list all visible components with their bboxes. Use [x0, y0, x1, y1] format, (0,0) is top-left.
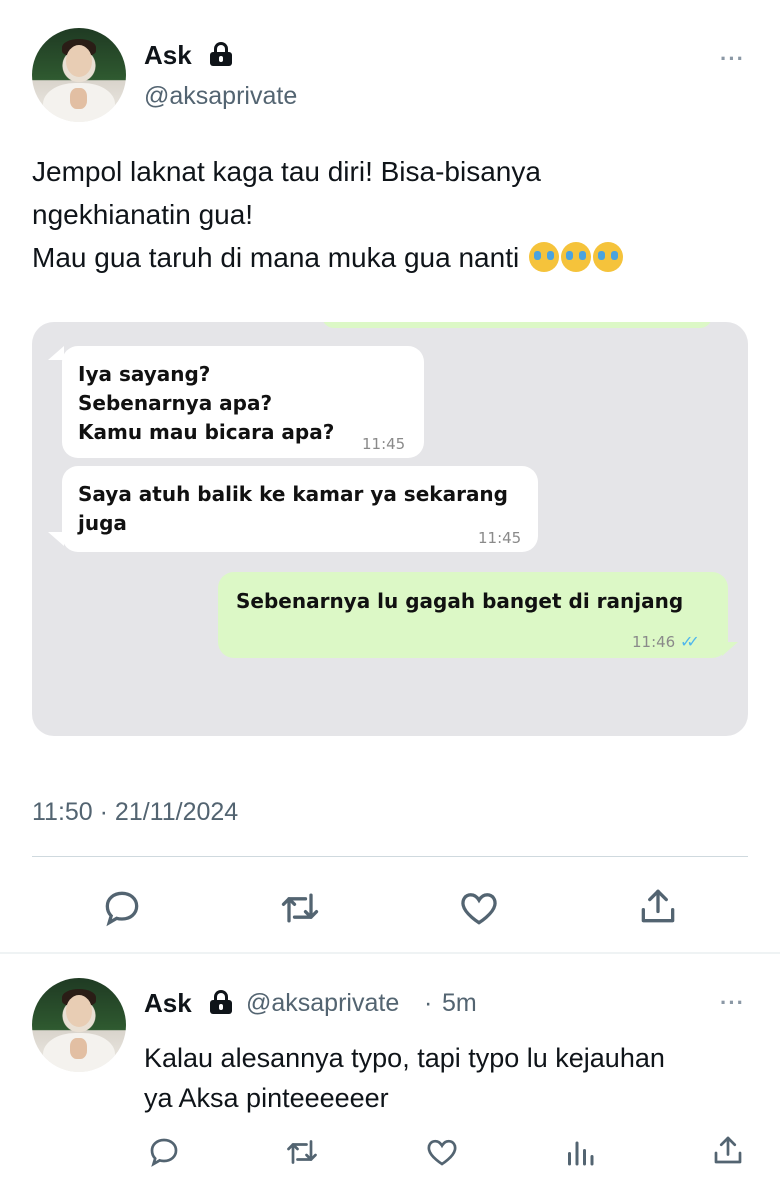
- tweet-timestamp[interactable]: 11:50 · 21/11/2024: [32, 798, 238, 827]
- message-time: 11:46: [632, 633, 676, 651]
- retweet-icon[interactable]: [278, 886, 322, 930]
- avatar-hand: [69, 88, 87, 109]
- attached-image[interactable]: Iya sayang? Sebenarnya apa? Kamu mau bic…: [32, 322, 748, 736]
- share-icon[interactable]: [636, 884, 680, 928]
- tweet-text-line: Mau gua taruh di mana muka gua nanti: [32, 236, 752, 279]
- reply-icon[interactable]: [100, 886, 144, 930]
- read-ticks-icon: ✓✓: [680, 632, 700, 651]
- incoming-message: Iya sayang? Sebenarnya apa? Kamu mau bic…: [62, 346, 424, 458]
- message-line: Sebenarnya apa?: [78, 391, 273, 415]
- like-icon[interactable]: [457, 886, 501, 930]
- message-line: Kamu mau bicara apa?: [78, 420, 335, 444]
- loudly-crying-face-icon: [592, 242, 623, 272]
- meta-separator: ·: [424, 989, 433, 1017]
- reply-age[interactable]: 5m: [442, 989, 477, 1018]
- message-time: 11:45: [362, 435, 406, 453]
- incoming-message: Saya atuh balik ke kamar ya sekarang jug…: [62, 466, 538, 552]
- lock-icon: [210, 42, 232, 66]
- like-icon[interactable]: [424, 1134, 460, 1170]
- tweet-text-line: Jempol laknat kaga tau diri! Bisa-bisany…: [32, 156, 541, 187]
- divider: [32, 856, 748, 857]
- more-options-icon[interactable]: ···: [720, 46, 745, 72]
- reply-author-handle[interactable]: @aksaprivate: [246, 989, 399, 1018]
- views-icon[interactable]: [562, 1134, 598, 1170]
- previous-outgoing-bubble-edge: [322, 322, 712, 328]
- avatar-face: [65, 44, 93, 77]
- author-handle[interactable]: @aksaprivate: [144, 82, 297, 111]
- share-icon[interactable]: [710, 1132, 746, 1168]
- avatar-face: [65, 994, 93, 1027]
- section-divider: [0, 952, 780, 954]
- reply-icon[interactable]: [146, 1134, 182, 1170]
- outgoing-message: Sebenarnya lu gagah banget di ranjang 11…: [218, 572, 728, 658]
- tweet-text-line-content: Mau gua taruh di mana muka gua nanti: [32, 242, 520, 273]
- loudly-crying-face-icon: [528, 242, 559, 272]
- retweet-icon[interactable]: [284, 1134, 320, 1170]
- reply-text: Kalau alesannya typo, tapi typo lu kejau…: [144, 1038, 754, 1118]
- reply-more-options-icon[interactable]: ···: [720, 990, 745, 1016]
- message-time: 11:45: [478, 529, 522, 547]
- message-line: Sebenarnya lu gagah banget di ranjang: [236, 589, 684, 613]
- lock-icon: [210, 990, 232, 1014]
- tweet-text: Jempol laknat kaga tau diri! Bisa-bisany…: [32, 150, 752, 279]
- message-line: Saya atuh balik ke kamar ya sekarang: [78, 482, 508, 506]
- bubble-tail: [722, 642, 738, 656]
- message-line: Iya sayang?: [78, 362, 211, 386]
- reply-author-avatar[interactable]: [32, 978, 126, 1072]
- reply-author-name[interactable]: Ask: [144, 988, 192, 1019]
- avatar-hand: [69, 1038, 87, 1059]
- author-name[interactable]: Ask: [144, 40, 192, 71]
- message-line: juga: [78, 511, 127, 535]
- tweet-text-line: ngekhianatin gua!: [32, 199, 254, 230]
- loudly-crying-face-icon: [560, 242, 591, 272]
- author-avatar[interactable]: [32, 28, 126, 122]
- reply-text-line: ya Aksa pinteeeeeer: [144, 1083, 389, 1113]
- reply-text-line: Kalau alesannya typo, tapi typo lu kejau…: [144, 1043, 665, 1073]
